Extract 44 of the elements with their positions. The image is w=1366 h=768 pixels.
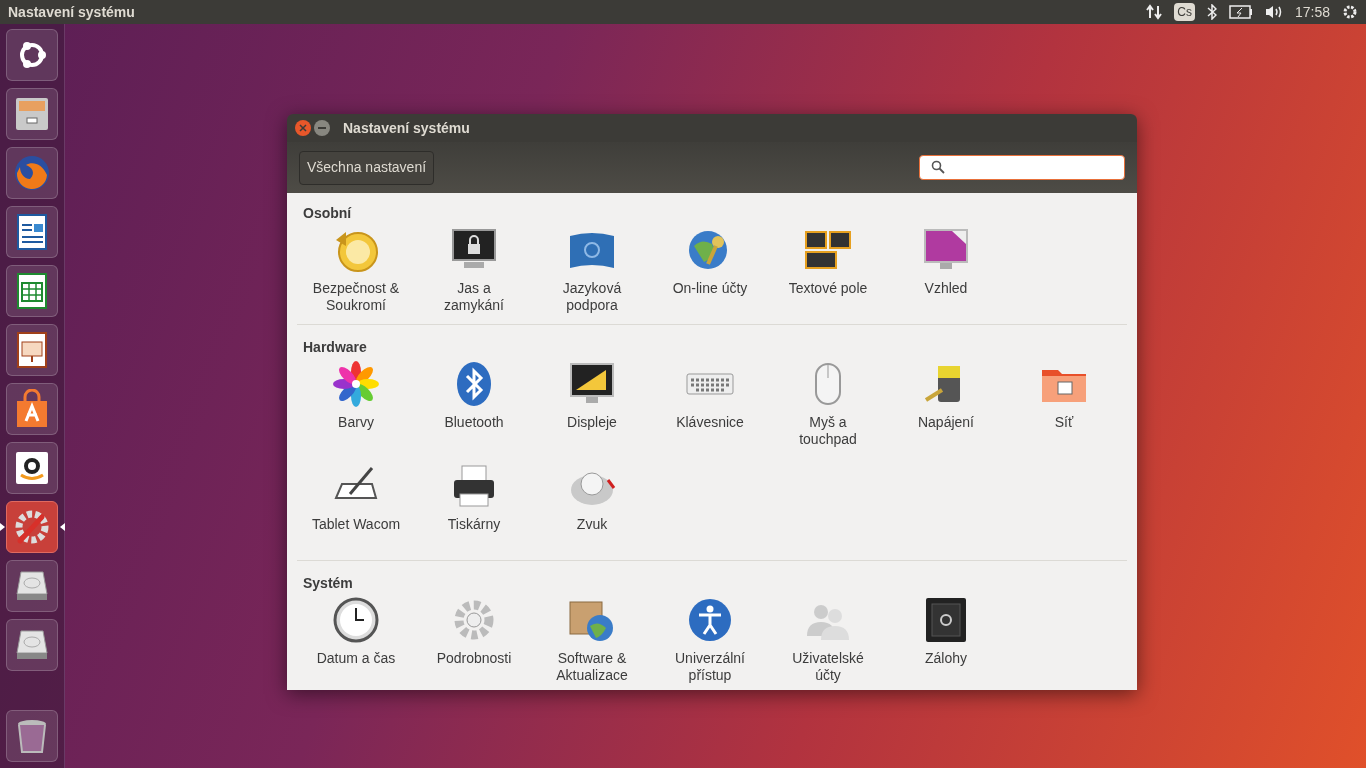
all-settings-button[interactable]: Všechna nastavení <box>299 150 435 185</box>
settings-item[interactable]: Jas a zamykání <box>415 226 533 314</box>
settings-item[interactable]: Podrobnosti <box>415 596 533 684</box>
clock-time[interactable]: 17:58 <box>1294 1 1330 23</box>
settings-item[interactable]: Tiskárny <box>415 462 533 550</box>
window-title: Nastavení systému <box>343 118 470 138</box>
settings-item[interactable]: Uživatelské účty <box>769 596 887 684</box>
search-icon <box>931 160 945 174</box>
settings-item[interactable]: Zálohy <box>887 596 1005 684</box>
volume-icon[interactable] <box>1264 4 1283 20</box>
minimize-icon <box>318 127 326 129</box>
settings-item[interactable]: On-line účty <box>651 226 769 314</box>
power-gear-icon[interactable] <box>1342 4 1358 20</box>
settings-item[interactable]: Bluetooth <box>415 360 533 448</box>
keyboard-layout-indicator[interactable]: Cs <box>1174 3 1195 21</box>
section-heading: Osobní <box>302 204 353 223</box>
battery-charging-icon[interactable] <box>1228 5 1253 19</box>
settings-item[interactable]: Zvuk <box>533 462 651 550</box>
minimize-button[interactable] <box>314 120 330 136</box>
close-icon <box>299 124 307 132</box>
app-title: Nastavení systému <box>8 2 135 22</box>
color-flower-icon <box>332 360 380 408</box>
settings-item[interactable]: Software & Aktualizace <box>533 596 651 684</box>
settings-item[interactable]: Klávesnice <box>651 360 769 448</box>
section-heading: Hardware <box>302 338 368 357</box>
clock-icon <box>332 596 380 644</box>
settings-item[interactable]: Vzhled <box>887 226 1005 314</box>
settings-item[interactable]: Napájení <box>887 360 1005 448</box>
settings-item[interactable]: Displeje <box>533 360 651 448</box>
search-field[interactable] <box>919 155 1125 180</box>
settings-item[interactable]: Tablet Wacom <box>297 462 415 550</box>
settings-item[interactable]: Jazyková podpora <box>533 226 651 314</box>
settings-item[interactable]: Myš a touchpad <box>769 360 887 448</box>
settings-item[interactable]: Univerzální přístup <box>651 596 769 684</box>
close-button[interactable] <box>295 120 311 136</box>
settings-item[interactable]: Bezpečnost & Soukromí <box>297 226 415 314</box>
network-arrows-icon[interactable] <box>1146 4 1163 20</box>
accessibility-person-icon <box>686 596 734 644</box>
settings-item[interactable]: Síť <box>1005 360 1123 448</box>
section-heading: Systém <box>302 574 354 593</box>
settings-item[interactable]: Textové pole <box>769 226 887 314</box>
settings-item[interactable]: Barvy <box>297 360 415 448</box>
settings-item[interactable]: Datum a čas <box>297 596 415 684</box>
bluetooth-icon[interactable] <box>1206 4 1217 20</box>
